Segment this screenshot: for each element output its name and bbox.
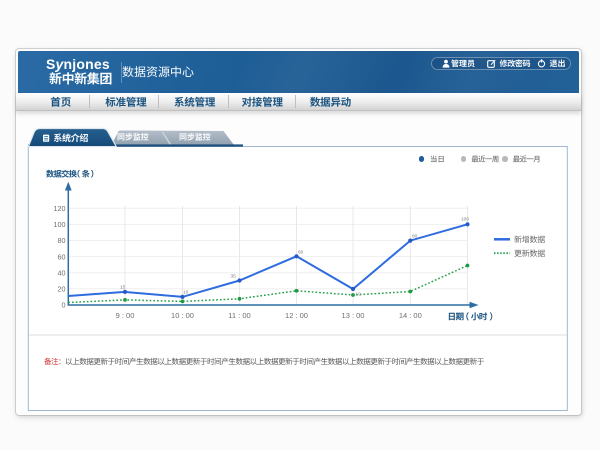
- svg-text:10 : 00: 10 : 00: [171, 311, 194, 320]
- svg-text:40: 40: [58, 268, 66, 277]
- svg-text:35: 35: [231, 274, 237, 280]
- svg-text:80: 80: [412, 234, 418, 240]
- svg-text:13 : 00: 13 : 00: [342, 311, 365, 320]
- svg-text:12 : 00: 12 : 00: [285, 311, 308, 320]
- svg-text:14 : 00: 14 : 00: [399, 311, 422, 320]
- svg-text:10: 10: [183, 290, 189, 296]
- svg-text:100: 100: [461, 217, 469, 223]
- svg-text:20: 20: [58, 285, 66, 294]
- svg-text:60: 60: [58, 252, 66, 261]
- svg-text:120: 120: [54, 204, 66, 213]
- svg-text:100: 100: [54, 220, 66, 229]
- svg-text:0: 0: [62, 300, 66, 309]
- svg-text:10: 10: [356, 292, 362, 298]
- svg-text:9 : 00: 9 : 00: [116, 311, 135, 320]
- svg-text:11 : 00: 11 : 00: [228, 311, 250, 320]
- svg-text:80: 80: [58, 236, 66, 245]
- svg-text:15: 15: [120, 285, 126, 291]
- svg-text:60: 60: [298, 250, 304, 256]
